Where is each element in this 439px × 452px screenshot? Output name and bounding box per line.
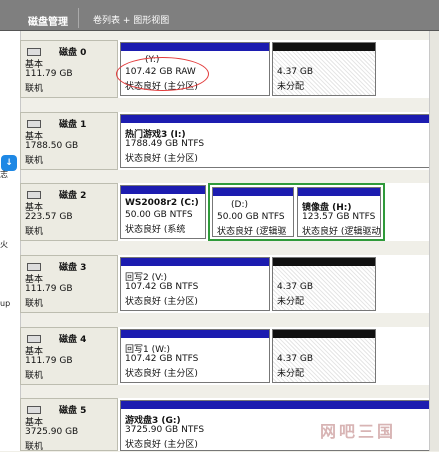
partition-disk1-i[interactable]: 热门游戏3 (I:) 1788.49 GB NTFS 状态良好 (主分区) bbox=[120, 114, 437, 168]
partition-state: 状态良好 (主分区) bbox=[125, 154, 198, 164]
partition-state: 状态良好 (逻辑驱 bbox=[217, 227, 287, 237]
disk-icon bbox=[27, 335, 41, 343]
partition-bar bbox=[273, 258, 375, 266]
disk-size: 3725.90 GB bbox=[25, 427, 79, 437]
disk-row-1: 磁盘 1 基本 1788.50 GB 联机 热门游戏3 (I:) 1788.49… bbox=[20, 112, 439, 170]
partition-bar bbox=[121, 258, 269, 266]
sidebar-text-1: 志 bbox=[0, 170, 8, 179]
partition-size: 50.00 GB NTFS bbox=[125, 210, 193, 220]
header-title: 磁盘管理 bbox=[28, 17, 68, 28]
disk-info-1[interactable]: 磁盘 1 基本 1788.50 GB 联机 bbox=[20, 112, 118, 170]
disk-status: 联机 bbox=[25, 442, 44, 452]
disk-row-4: 磁盘 4 基本 111.79 GB 联机 回写1 (W:) 107.42 GB … bbox=[20, 327, 439, 385]
partition-bar bbox=[121, 43, 269, 51]
partition-disk2-c[interactable]: WS2008r2 (C:) 50.00 GB NTFS 状态良好 (系统 bbox=[120, 185, 206, 239]
disk-size: 223.57 GB bbox=[25, 212, 73, 222]
partition-size: 1788.49 GB NTFS bbox=[125, 139, 205, 149]
sidebar-text-2: 火 bbox=[0, 240, 8, 249]
partition-size: 123.57 GB NTFS bbox=[302, 212, 376, 222]
partition-size: 4.37 GB bbox=[277, 67, 314, 77]
partition-size: 107.42 GB NTFS bbox=[125, 282, 199, 292]
partition-state: 状态良好 (系统 bbox=[125, 225, 186, 235]
disk-info-4[interactable]: 磁盘 4 基本 111.79 GB 联机 bbox=[20, 327, 118, 385]
disk-info-0[interactable]: 磁盘 0 基本 111.79 GB 联机 bbox=[20, 40, 118, 98]
watermark-text: 网吧三国 bbox=[320, 422, 397, 441]
sidebar-text-3: up bbox=[0, 299, 11, 308]
disk-status: 联机 bbox=[25, 84, 44, 94]
disk-icon bbox=[27, 191, 41, 199]
disk-row-3: 磁盘 3 基本 111.79 GB 联机 回写2 (V:) 107.42 GB … bbox=[20, 255, 439, 313]
disk-icon bbox=[27, 263, 41, 271]
partition-state: 状态良好 (主分区) bbox=[125, 369, 198, 379]
header-view-label: 卷列表 + 图形视图 bbox=[93, 16, 170, 26]
partition-label: (D:) bbox=[231, 200, 248, 210]
partition-bar bbox=[213, 188, 293, 196]
disk-status: 联机 bbox=[25, 156, 44, 166]
partition-bar bbox=[121, 186, 205, 194]
disk-name: 磁盘 4 bbox=[59, 335, 87, 345]
disk-info-5[interactable]: 磁盘 5 基本 3725.90 GB 联机 bbox=[20, 398, 118, 452]
partition-state: 状态良好 (主分区) bbox=[125, 440, 198, 450]
partition-bar bbox=[298, 188, 380, 196]
disk-info-2[interactable]: 磁盘 2 基本 223.57 GB 联机 bbox=[20, 183, 118, 241]
disk-icon bbox=[27, 406, 41, 414]
partition-size: 3725.90 GB NTFS bbox=[125, 425, 205, 435]
partition-disk2-d[interactable]: (D:) 50.00 GB NTFS 状态良好 (逻辑驱 bbox=[212, 187, 294, 237]
disk-size: 111.79 GB bbox=[25, 356, 73, 366]
partition-state: 状态良好 (逻辑驱动 bbox=[302, 227, 381, 237]
partition-bar bbox=[273, 43, 375, 51]
partition-bar bbox=[121, 330, 269, 338]
partition-disk4-w[interactable]: 回写1 (W:) 107.42 GB NTFS 状态良好 (主分区) bbox=[120, 329, 270, 383]
partition-disk2-h[interactable]: 镜像盘 (H:) 123.57 GB NTFS 状态良好 (逻辑驱动 bbox=[297, 187, 381, 237]
partition-size: 4.37 GB bbox=[277, 282, 314, 292]
disk-name: 磁盘 2 bbox=[59, 191, 87, 201]
panel-header: 磁盘管理 卷列表 + 图形视图 bbox=[0, 0, 439, 31]
partition-state: 未分配 bbox=[277, 297, 305, 307]
disk-status: 联机 bbox=[25, 299, 44, 309]
partition-bar bbox=[121, 115, 436, 123]
partition-bar bbox=[121, 401, 436, 409]
header-separator bbox=[78, 8, 79, 28]
partition-disk4-unallocated[interactable]: 4.37 GB 未分配 bbox=[272, 329, 376, 383]
disk-name: 磁盘 3 bbox=[59, 263, 87, 273]
disk-row-0: 磁盘 0 基本 111.79 GB 联机 (Y:) 107.42 GB RAW … bbox=[20, 40, 439, 98]
partition-size: 4.37 GB bbox=[277, 354, 314, 364]
red-annotation-ellipse bbox=[116, 57, 209, 91]
partition-state: 状态良好 (主分区) bbox=[125, 297, 198, 307]
disk-status: 联机 bbox=[25, 227, 44, 237]
partition-size: 107.42 GB NTFS bbox=[125, 354, 199, 364]
disk-row-2: 磁盘 2 基本 223.57 GB 联机 WS2008r2 (C:) 50.00… bbox=[20, 183, 439, 241]
partition-disk3-v[interactable]: 回写2 (V:) 107.42 GB NTFS 状态良好 (主分区) bbox=[120, 257, 270, 311]
left-sidebar: ↓ 志 火 up bbox=[0, 31, 21, 451]
disk-icon bbox=[27, 48, 41, 56]
partition-disk3-unallocated[interactable]: 4.37 GB 未分配 bbox=[272, 257, 376, 311]
disk-name: 磁盘 0 bbox=[59, 48, 87, 58]
partition-size: 50.00 GB NTFS bbox=[217, 212, 285, 222]
disk-name: 磁盘 1 bbox=[59, 120, 87, 130]
disk-info-3[interactable]: 磁盘 3 基本 111.79 GB 联机 bbox=[20, 255, 118, 313]
disk-size: 111.79 GB bbox=[25, 69, 73, 79]
partition-state: 未分配 bbox=[277, 369, 305, 379]
partition-state: 未分配 bbox=[277, 82, 305, 92]
partition-label: WS2008r2 (C:) bbox=[125, 198, 199, 208]
disk-icon bbox=[27, 120, 41, 128]
partition-disk0-unallocated[interactable]: 4.37 GB 未分配 bbox=[272, 42, 376, 96]
disk-size: 1788.50 GB bbox=[25, 141, 79, 151]
disk-size: 111.79 GB bbox=[25, 284, 73, 294]
partition-bar bbox=[273, 330, 375, 338]
disk-status: 联机 bbox=[25, 371, 44, 381]
vertical-scrollbar[interactable] bbox=[429, 31, 439, 451]
disk-name: 磁盘 5 bbox=[59, 406, 87, 416]
